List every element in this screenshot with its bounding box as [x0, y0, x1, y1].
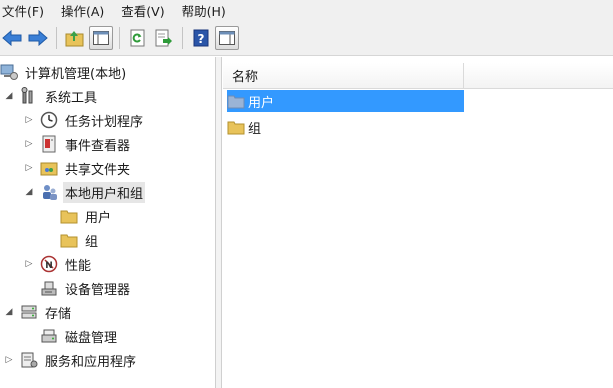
- console-tree-icon: [93, 30, 109, 45]
- tree-item-storage[interactable]: ◢ 存储: [4, 301, 73, 323]
- performance-icon: N: [40, 255, 58, 273]
- folder-up-icon: [65, 30, 84, 46]
- tree-item-local-users-groups[interactable]: ◢ 本地用户和组: [24, 181, 146, 203]
- list-item-groups[interactable]: 组: [227, 116, 261, 138]
- help-book-icon: ?: [193, 29, 209, 46]
- folder-icon: [60, 231, 78, 249]
- tree-item-shared-folders[interactable]: ▷ 共享文件夹: [24, 157, 132, 179]
- export-list-button[interactable]: [152, 26, 176, 50]
- tree-item-services-apps[interactable]: ▷ 服务和应用程序: [4, 349, 138, 371]
- tree-item-event-viewer[interactable]: ▷ 事件查看器: [24, 133, 132, 155]
- console-tree: 计算机管理(本地) ◢ 系统工具 ▷ 任务计划程序 ▷ 事件查看器 ▷ 共享文件…: [0, 57, 216, 388]
- menu-action[interactable]: 操作(A): [61, 1, 104, 20]
- collapsed-arrow-icon[interactable]: ▷: [24, 163, 34, 173]
- collapsed-arrow-icon[interactable]: ▷: [24, 139, 34, 149]
- tree-item-disk-management[interactable]: 磁盘管理: [40, 325, 119, 347]
- tree-item-groups[interactable]: 组: [60, 229, 100, 251]
- toolbar: ?: [0, 20, 613, 56]
- menu-bar: 文件(F) 操作(A) 查看(V) 帮助(H): [0, 0, 613, 20]
- details-pane: 名称 用户 组: [223, 57, 613, 388]
- up-one-level-button[interactable]: [63, 26, 87, 50]
- tree-item-users[interactable]: 用户: [60, 205, 113, 227]
- system-tools-icon: [20, 87, 38, 105]
- toolbar-separator: [119, 26, 120, 49]
- expanded-arrow-icon[interactable]: ◢: [24, 187, 34, 197]
- forward-button[interactable]: [26, 26, 50, 50]
- help-button[interactable]: ?: [189, 26, 213, 50]
- list-item-users[interactable]: 用户: [227, 90, 464, 112]
- storage-icon: [20, 303, 38, 321]
- back-arrow-icon: [2, 29, 22, 46]
- tree-item-performance[interactable]: ▷ N 性能: [24, 253, 93, 275]
- forward-arrow-icon: [28, 29, 48, 46]
- collapsed-arrow-icon[interactable]: ▷: [4, 355, 14, 365]
- folder-icon: [227, 92, 245, 110]
- show-hide-action-pane-button[interactable]: [215, 25, 239, 50]
- collapsed-arrow-icon[interactable]: ▷: [24, 259, 34, 269]
- computer-management-icon: [0, 63, 18, 81]
- folder-icon: [227, 118, 245, 136]
- menu-help[interactable]: 帮助(H): [182, 1, 226, 20]
- show-hide-console-tree-button[interactable]: [89, 25, 113, 50]
- shared-folder-icon: [40, 159, 58, 177]
- event-viewer-icon: [40, 135, 58, 153]
- menu-view[interactable]: 查看(V): [121, 1, 164, 20]
- device-manager-icon: [40, 279, 58, 297]
- column-header-row: 名称: [223, 62, 613, 89]
- action-pane-icon: [219, 30, 235, 45]
- svg-text:?: ?: [198, 32, 205, 46]
- collapsed-arrow-icon[interactable]: ▷: [24, 115, 34, 125]
- back-button[interactable]: [0, 26, 24, 50]
- folder-icon: [60, 207, 78, 225]
- tree-item-task-scheduler[interactable]: ▷ 任务计划程序: [24, 109, 145, 131]
- clock-icon: [40, 111, 58, 129]
- disk-management-icon: [40, 327, 58, 345]
- svg-text:N: N: [45, 261, 53, 271]
- users-group-icon: [40, 183, 58, 201]
- toolbar-separator: [182, 26, 183, 49]
- tree-item-computer-management[interactable]: 计算机管理(本地): [0, 61, 128, 83]
- refresh-button[interactable]: [126, 26, 150, 50]
- toolbar-separator: [56, 26, 57, 49]
- services-apps-icon: [20, 351, 38, 369]
- tree-item-system-tools[interactable]: ◢ 系统工具: [4, 85, 99, 107]
- menu-file[interactable]: 文件(F): [2, 1, 44, 20]
- column-header-name[interactable]: 名称: [223, 62, 464, 89]
- pane-splitter[interactable]: [216, 57, 222, 388]
- refresh-icon: [130, 29, 145, 46]
- tree-item-device-manager[interactable]: 设备管理器: [40, 277, 132, 299]
- expanded-arrow-icon[interactable]: ◢: [4, 307, 14, 317]
- export-icon: [155, 29, 172, 46]
- expanded-arrow-icon[interactable]: ◢: [4, 91, 14, 101]
